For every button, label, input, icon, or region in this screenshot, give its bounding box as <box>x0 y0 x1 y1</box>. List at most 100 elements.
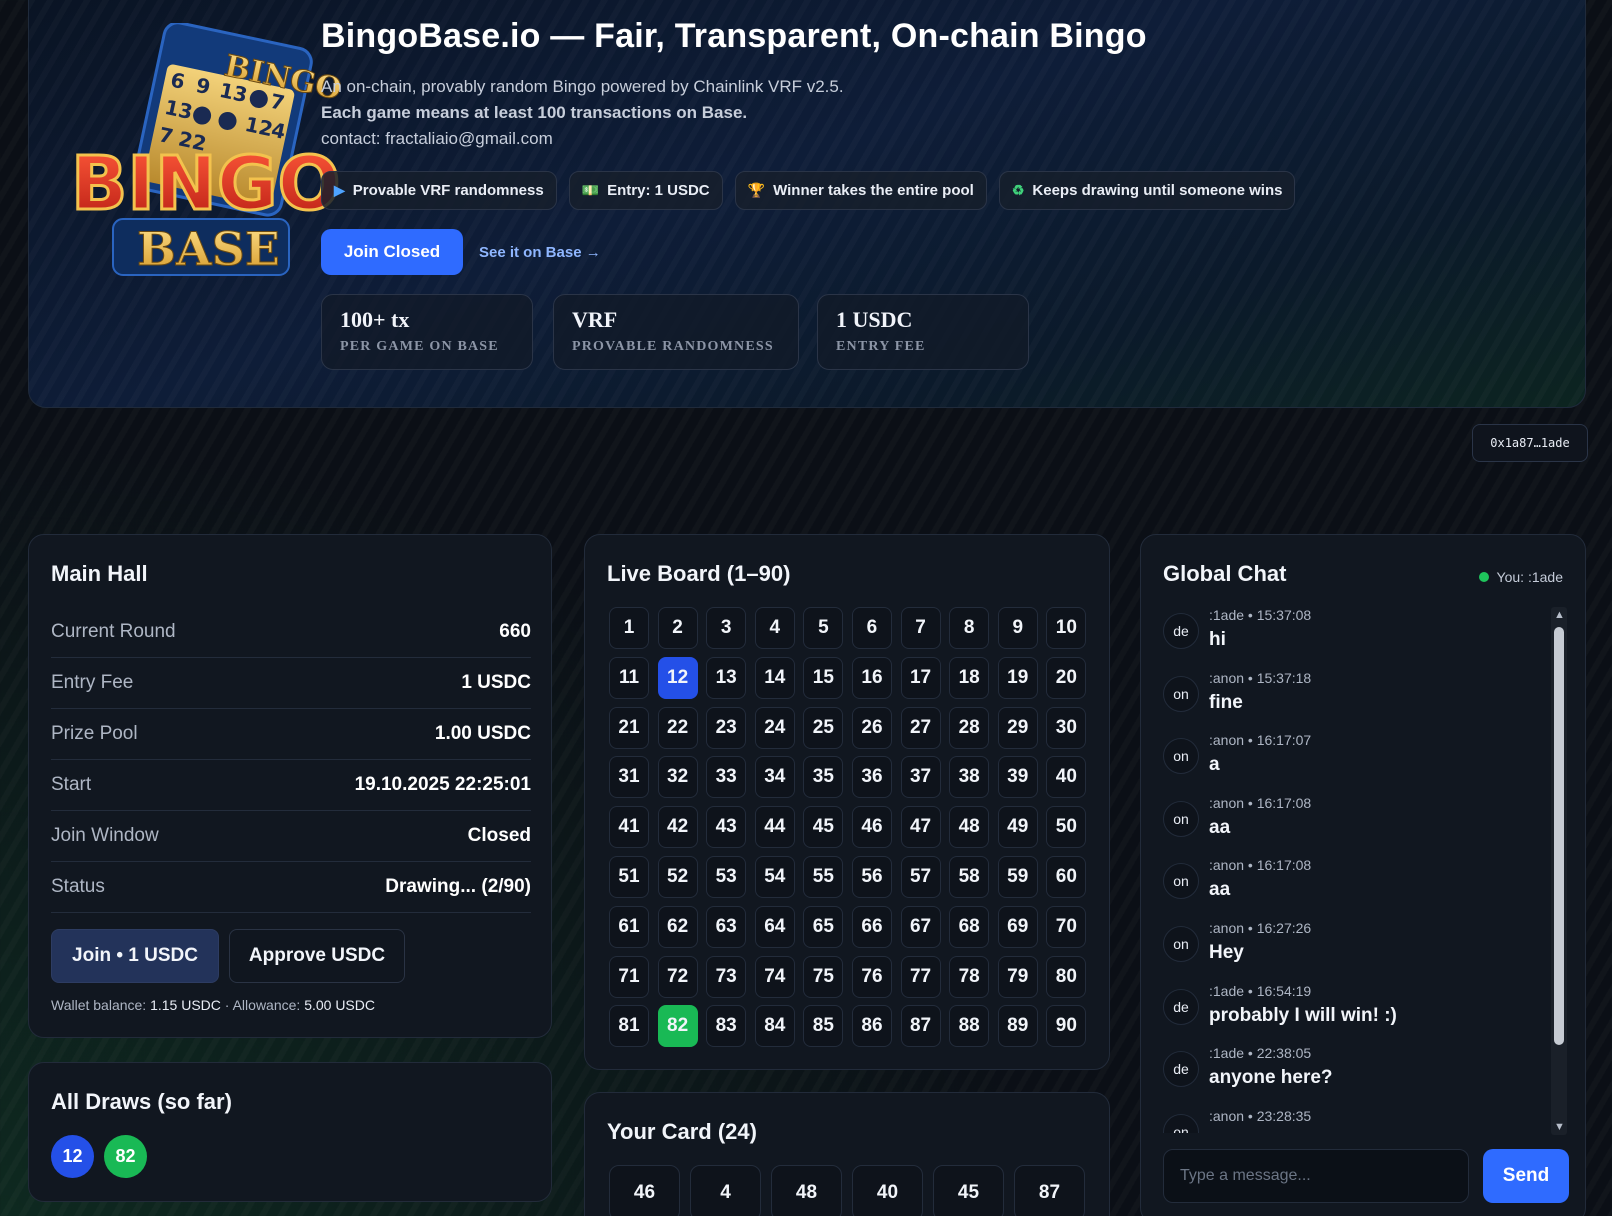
hall-row-value: 1 USDC <box>461 672 531 693</box>
draw-balls: 12 82 <box>51 1135 147 1178</box>
hall-row-label: Join Window <box>51 825 159 846</box>
board-cell-34: 34 <box>754 756 795 799</box>
join-closed-button[interactable]: Join Closed <box>321 229 463 275</box>
chat-scrollbar[interactable]: ▲ ▼ <box>1551 607 1567 1135</box>
chat-message-meta: :1ade • 22:38:05 <box>1209 1045 1312 1062</box>
chat-message: on:anon • 16:17:07 a <box>1163 732 1539 795</box>
global-chat-title: Global Chat <box>1163 561 1287 586</box>
board-cell-14: 14 <box>754 656 795 699</box>
board-cell-40: 40 <box>1046 756 1087 799</box>
see-on-base-link[interactable]: See it on Base → <box>479 244 601 261</box>
board-cell-81: 81 <box>609 1005 649 1048</box>
card-cell[interactable]: 46 <box>609 1165 680 1216</box>
pill-label: Entry: 1 USDC <box>607 182 710 199</box>
chat-message-meta: :anon • 23:28:35 <box>1209 1107 1312 1124</box>
board-cell-69: 69 <box>997 905 1038 948</box>
join-round-button[interactable]: Join • 1 USDC <box>51 929 219 983</box>
pill-label: Keeps drawing until someone wins <box>1032 182 1283 199</box>
chat-avatar: de <box>1163 613 1199 649</box>
you-indicator: You: :1ade <box>1478 569 1563 585</box>
hero-contact: contact: fractaliaio@gmail.com <box>321 129 553 148</box>
board-cell-1: 1 <box>609 607 649 649</box>
hall-row-prize-pool: Prize Pool 1.00 USDC <box>51 709 531 760</box>
chat-message-input[interactable] <box>1163 1149 1469 1203</box>
chat-message: on:anon • 15:37:18 fine <box>1163 670 1539 733</box>
stat-entry-fee: 1 USDC ENTRY FEE <box>817 294 1029 370</box>
board-cell-71: 71 <box>609 955 649 998</box>
chat-message-list[interactable]: de:1ade • 15:37:08 hi on:anon • 15:37:18 fi… <box>1163 607 1539 1133</box>
stat-label: PROVABLE RANDOMNESS <box>572 339 774 354</box>
hall-row-label: Prize Pool <box>51 723 138 744</box>
board-cell-46: 46 <box>851 806 892 849</box>
board-cell-20: 20 <box>1046 656 1087 699</box>
board-cell-5: 5 <box>803 607 844 649</box>
bingobase-logo: 6 9 13 7 13 124 7 22 BINGO BINGO BASE <box>70 23 345 277</box>
chat-avatar: on <box>1163 1113 1199 1133</box>
board-cell-48: 48 <box>949 806 990 849</box>
board-cell-52: 52 <box>657 855 698 898</box>
board-cell-18: 18 <box>949 656 990 699</box>
card-cell[interactable]: 40 <box>852 1165 923 1216</box>
board-cell-83: 83 <box>706 1005 747 1048</box>
all-draws-title: All Draws (so far) <box>51 1089 232 1114</box>
board-cell-12: 12 <box>657 656 698 699</box>
hall-row-value: 19.10.2025 22:25:01 <box>354 774 531 795</box>
scroll-up-arrow-icon[interactable]: ▲ <box>1554 609 1565 621</box>
hall-row-status: Status Drawing... (2/90) <box>51 862 531 913</box>
card-cell[interactable]: 87 <box>1014 1165 1085 1216</box>
scroll-down-arrow-icon[interactable]: ▼ <box>1554 1121 1565 1133</box>
chat-message-meta: :anon • 16:17:07 <box>1209 732 1312 749</box>
stat-label: PER GAME ON BASE <box>340 339 499 354</box>
board-cell-21: 21 <box>609 706 649 749</box>
global-chat-panel: Global Chat You: :1ade de:1ade • 15:37:0… <box>1140 534 1586 1216</box>
wallet-address-chip[interactable]: 0x1a87…1ade <box>1472 424 1588 462</box>
board-cell-55: 55 <box>803 855 844 898</box>
hall-row-label: Start <box>51 774 92 795</box>
board-cell-27: 27 <box>900 706 941 749</box>
board-cell-24: 24 <box>754 706 795 749</box>
approve-usdc-button[interactable]: Approve USDC <box>229 929 405 983</box>
your-card-panel: Your Card (24) 46 4 48 40 45 87 <box>584 1092 1110 1216</box>
board-cell-78: 78 <box>949 955 990 998</box>
board-cell-67: 67 <box>900 905 941 948</box>
chat-avatar: de <box>1163 1051 1199 1088</box>
chat-message-text: anyone here? <box>1209 1067 1333 1089</box>
board-cell-37: 37 <box>900 756 941 799</box>
chat-avatar: on <box>1163 925 1199 962</box>
trophy-icon: 🏆 <box>747 182 766 198</box>
board-cell-9: 9 <box>997 607 1038 649</box>
send-button[interactable]: Send <box>1483 1149 1569 1203</box>
board-cell-79: 79 <box>997 955 1038 998</box>
chat-avatar: on <box>1163 863 1199 900</box>
card-cell[interactable]: 48 <box>771 1165 842 1216</box>
chat-message: de:1ade • 16:54:19 probably I will win! :… <box>1163 983 1539 1046</box>
board-cell-8: 8 <box>949 607 990 649</box>
board-cell-76: 76 <box>851 955 892 998</box>
board-cell-62: 62 <box>657 905 698 948</box>
board-cell-59: 59 <box>997 855 1038 898</box>
scrollbar-thumb[interactable] <box>1554 627 1564 1045</box>
hero-description: An on-chain, provably random Bingo power… <box>321 77 844 96</box>
chat-message-text: probably I will win! :) <box>1209 1004 1397 1026</box>
board-cell-51: 51 <box>609 855 649 898</box>
svg-text:BINGO: BINGO <box>71 141 341 227</box>
chat-message: on :anon • 23:28:35 <box>1163 1108 1539 1133</box>
allowance-label: Allowance: <box>232 997 301 1013</box>
allowance-value: 5.00 USDC <box>304 997 375 1013</box>
card-cell[interactable]: 4 <box>690 1165 761 1216</box>
hero-tx-note: Each game means at least 100 transaction… <box>321 103 748 122</box>
main-hall-panel: Main Hall Current Round 660 Entry Fee 1 … <box>28 534 552 1038</box>
board-cell-74: 74 <box>754 955 795 998</box>
board-cell-57: 57 <box>900 855 941 898</box>
board-cell-22: 22 <box>657 706 698 749</box>
card-cell[interactable]: 45 <box>933 1165 1004 1216</box>
wallet-balance-line: Wallet balance: 1.15 USDC · Allowance: 5… <box>51 997 375 1013</box>
wallet-balance-value: 1.15 USDC <box>150 997 221 1013</box>
separator: · <box>224 997 230 1013</box>
board-cell-84: 84 <box>754 1005 795 1048</box>
drawn-ball: 82 <box>104 1135 147 1178</box>
stat-value: 1 USDC <box>836 307 913 332</box>
board-cell-66: 66 <box>851 905 892 948</box>
play-icon: ▶ <box>334 182 345 198</box>
board-cell-60: 60 <box>1046 855 1087 898</box>
